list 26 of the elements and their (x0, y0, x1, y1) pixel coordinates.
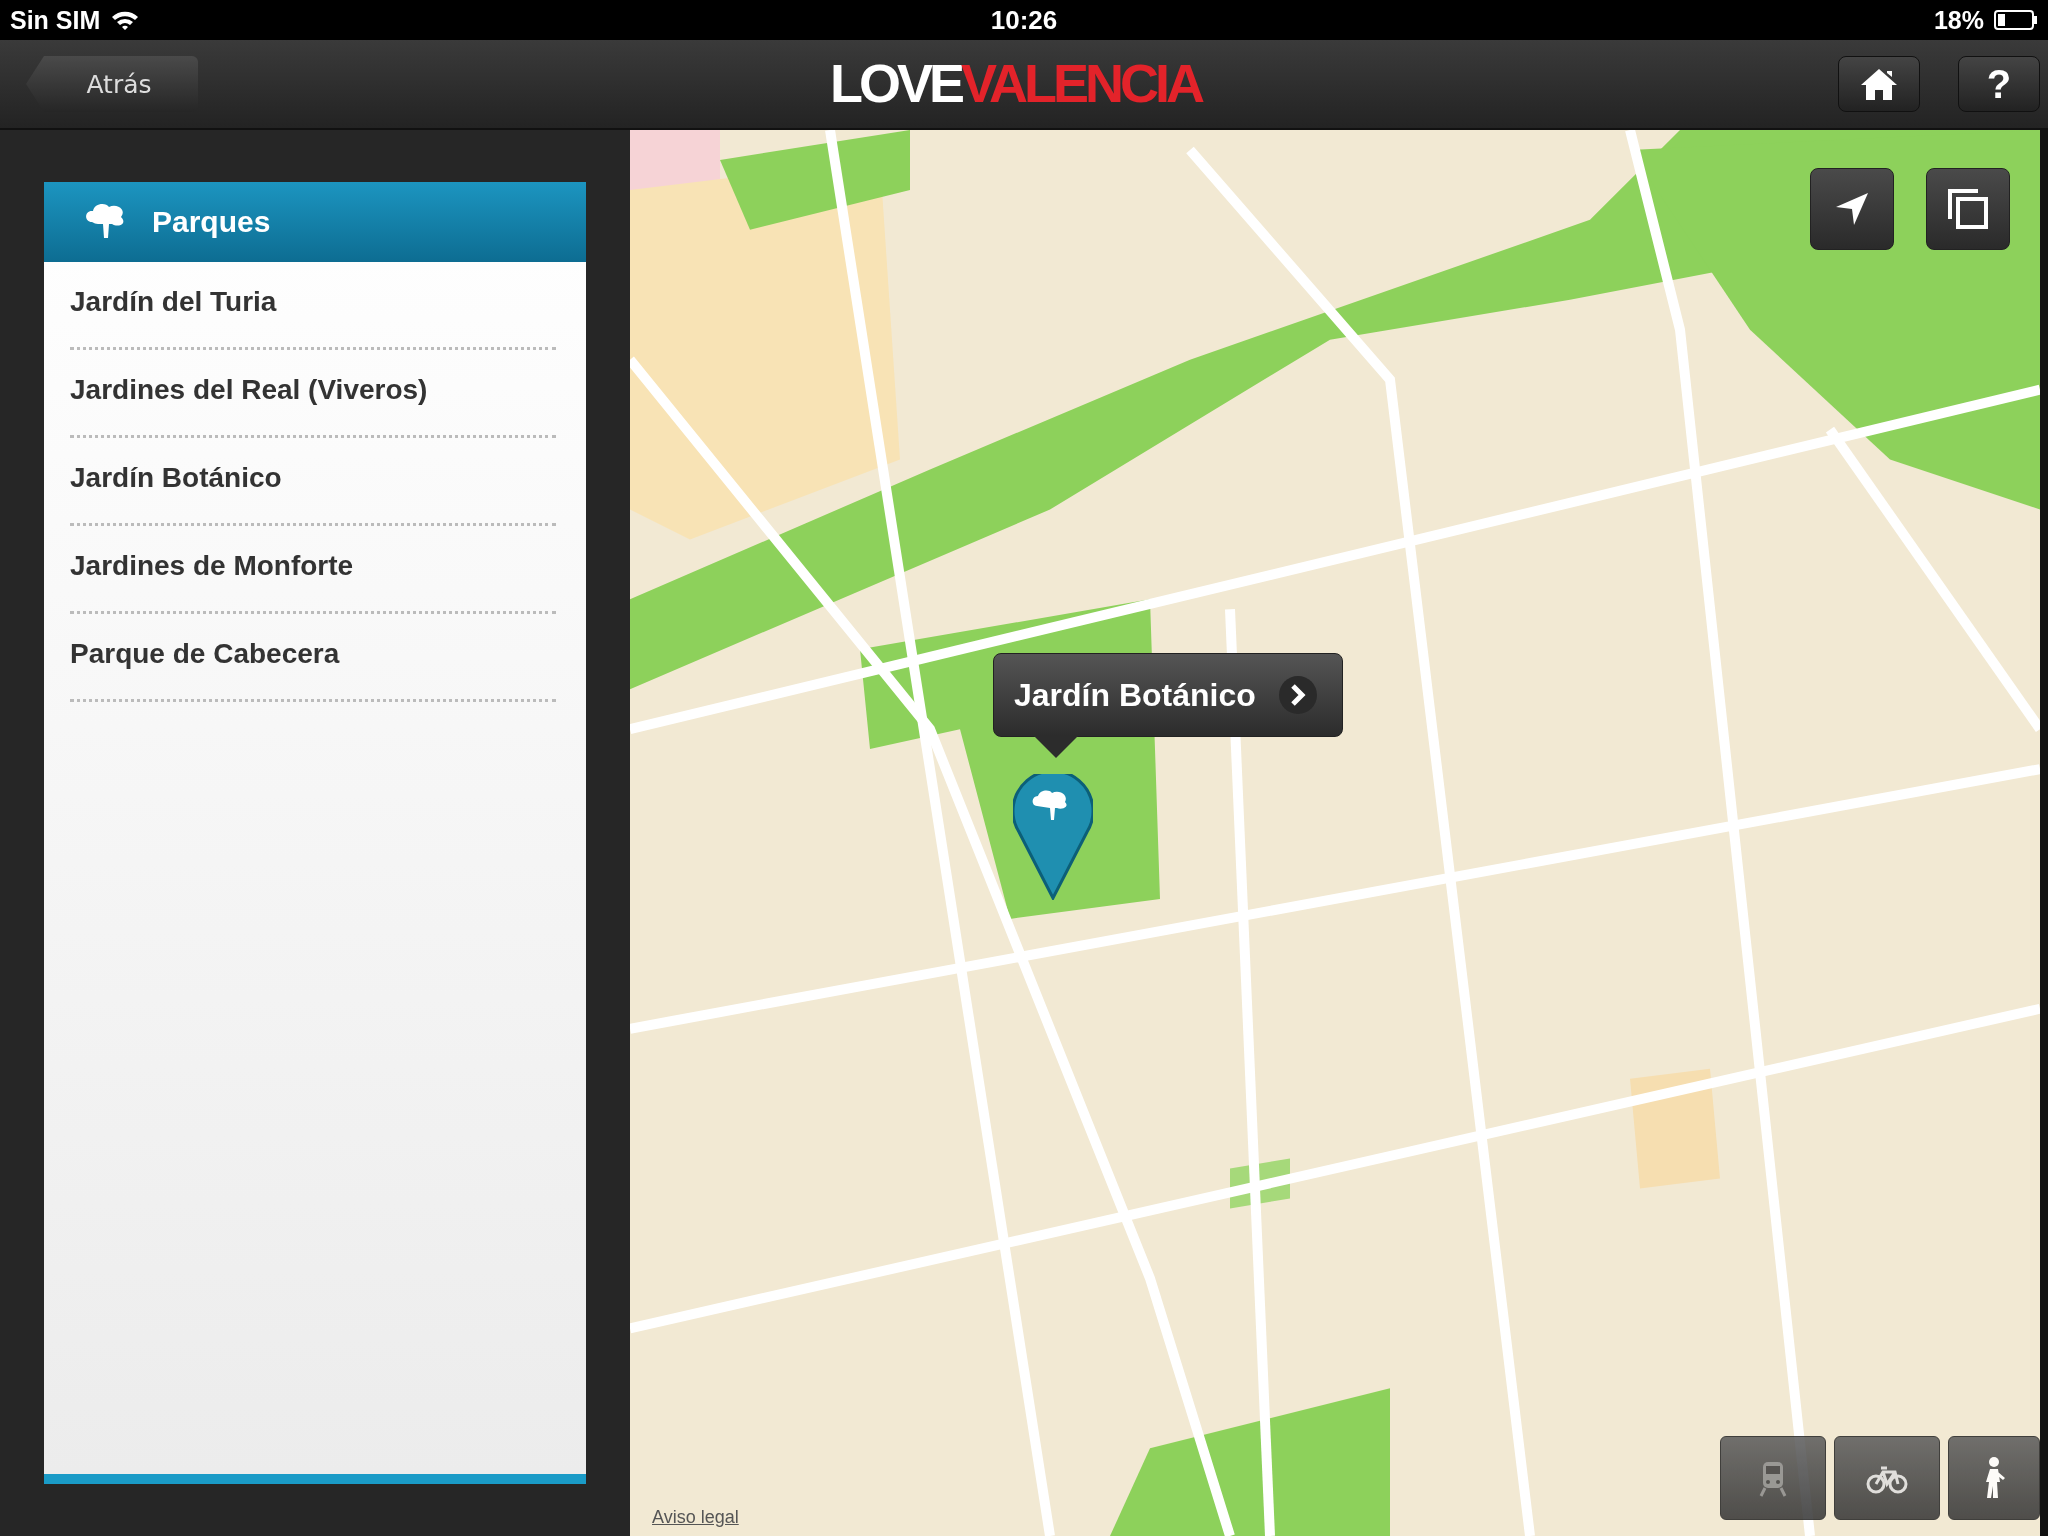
bike-mode-button[interactable] (1834, 1436, 1940, 1520)
park-list-item[interactable]: Jardines de Monforte (70, 526, 556, 614)
park-list-item[interactable]: Parque de Cabecera (70, 614, 556, 702)
location-button[interactable] (1810, 168, 1894, 250)
walk-mode-button[interactable] (1948, 1436, 2040, 1520)
legal-link[interactable]: Aviso legal (652, 1507, 739, 1528)
park-list-item[interactable]: Jardín Botánico (70, 438, 556, 526)
clock-label: 10:26 (990, 4, 1058, 36)
layers-icon (1946, 187, 1990, 231)
list-title: Parques (152, 205, 271, 239)
home-button[interactable] (1838, 56, 1920, 112)
layers-button[interactable] (1926, 168, 2010, 250)
logo-text: LOVE (830, 52, 962, 114)
logo-text: VALENCIA (961, 52, 1202, 114)
wifi-icon (110, 9, 141, 31)
park-list-item[interactable]: Jardín del Turia (70, 262, 556, 350)
help-button[interactable]: ? (1958, 56, 2040, 112)
chevron-icon (1277, 675, 1318, 715)
battery-label: 18% (1933, 5, 1984, 35)
home-icon (1860, 67, 1898, 101)
train-mode-button[interactable] (1720, 1436, 1826, 1520)
park-area (1230, 1158, 1290, 1209)
park-list-item[interactable]: Jardines del Real (Viveros) (70, 350, 556, 438)
carrier-label: Sin SIM (10, 5, 101, 35)
battery-icon (1994, 10, 2038, 30)
map-pin-icon (1013, 774, 1093, 900)
